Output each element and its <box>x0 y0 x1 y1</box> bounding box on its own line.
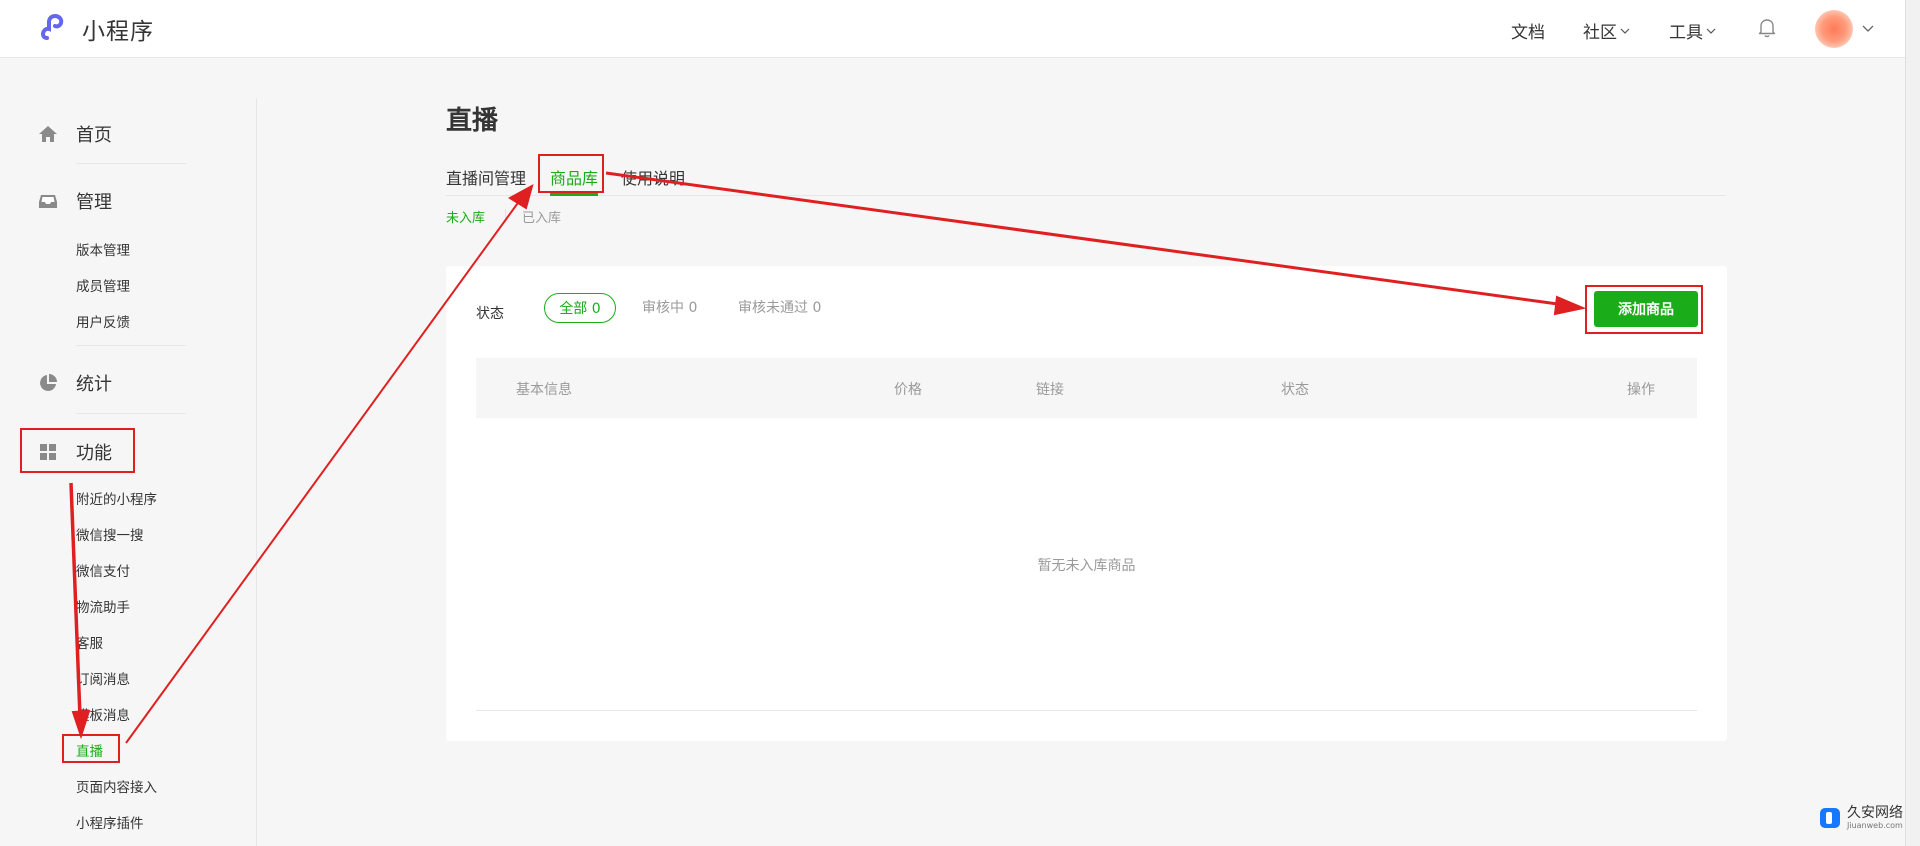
sidebar-item-pay[interactable]: 微信支付 <box>76 560 130 580</box>
logo-text: 小程序 <box>82 19 154 45</box>
sidebar-item-service[interactable]: 客服 <box>76 632 103 652</box>
sidebar-separator <box>76 163 186 164</box>
column-header-info: 基本信息 <box>516 382 572 398</box>
watermark-logo-icon <box>1820 808 1840 828</box>
filter-all-pill[interactable]: 全部 0 <box>544 293 616 323</box>
pie-chart-icon <box>40 374 57 391</box>
column-header-status: 状态 <box>1281 382 1309 398</box>
subtab-stored[interactable]: 已入库 <box>522 207 561 226</box>
nav-tools-label: 工具 <box>1669 23 1703 43</box>
column-header-actions: 操作 <box>1627 382 1655 398</box>
mini-program-logo-icon <box>41 13 64 40</box>
nav-docs-label: 文档 <box>1511 23 1545 43</box>
bell-icon[interactable] <box>1757 17 1777 39</box>
avatar[interactable] <box>1815 10 1853 48</box>
sidebar-group-stats[interactable]: 统计 <box>38 370 112 396</box>
column-header-link: 链接 <box>1036 382 1064 398</box>
vertical-scrollbar[interactable] <box>1905 0 1920 846</box>
table-header: 基本信息 价格 链接 状态 操作 <box>476 358 1697 418</box>
nav-community-label: 社区 <box>1583 23 1617 43</box>
sidebar-group-manage[interactable]: 管理 <box>38 188 112 214</box>
tab-room-manage[interactable]: 直播间管理 <box>446 165 526 189</box>
sidebar-item-search[interactable]: 微信搜一搜 <box>76 524 144 544</box>
tab-instructions[interactable]: 使用说明 <box>621 165 685 189</box>
product-panel: 状态 全部 0 审核中 0 审核未通过 0 添加商品 基本信息 价格 链接 状态… <box>446 266 1727 741</box>
top-header: 小程序 文档 社区 工具 <box>0 0 1905 58</box>
sidebar-separator <box>76 345 186 346</box>
annotation-box-product-tab <box>538 154 604 193</box>
chevron-down-icon <box>1620 28 1630 34</box>
nav-docs-link[interactable]: 文档 <box>1511 18 1545 43</box>
sidebar-group-label: 管理 <box>76 192 112 213</box>
sidebar-item-feedback[interactable]: 用户反馈 <box>76 311 130 331</box>
subtab-divider <box>505 209 507 223</box>
tab-bar: 直播间管理 商品库 使用说明 <box>446 162 1726 196</box>
watermark-subtext: Jiuanweb.com <box>1847 821 1903 830</box>
chevron-down-icon[interactable] <box>1862 23 1874 33</box>
active-tab-indicator <box>550 193 598 196</box>
sidebar-group-label: 统计 <box>76 374 112 395</box>
sidebar-group-home[interactable]: 首页 <box>38 121 112 147</box>
sidebar-item-subscribe[interactable]: 订阅消息 <box>76 668 130 688</box>
home-icon <box>39 126 57 142</box>
sidebar-item-members[interactable]: 成员管理 <box>76 275 130 295</box>
watermark-text: 久安网络 <box>1847 805 1903 821</box>
annotation-box-live <box>62 734 120 763</box>
table-bottom-border <box>476 710 1697 711</box>
page-title: 直播 <box>446 106 499 136</box>
sidebar-separator <box>76 413 186 414</box>
chevron-down-icon <box>1706 28 1716 34</box>
sidebar-divider <box>256 98 257 846</box>
filter-rejected-pill[interactable]: 审核未通过 0 <box>738 293 821 323</box>
annotation-box-features <box>20 428 135 473</box>
sidebar-item-logistics[interactable]: 物流助手 <box>76 596 130 616</box>
filter-reviewing-pill[interactable]: 审核中 0 <box>642 293 697 323</box>
watermark: 久安网络 Jiuanweb.com <box>1818 806 1903 830</box>
nav-tools-menu[interactable]: 工具 <box>1669 18 1716 43</box>
inbox-icon <box>39 195 57 208</box>
nav-community-menu[interactable]: 社区 <box>1583 18 1630 43</box>
sidebar-item-nearby[interactable]: 附近的小程序 <box>76 488 157 508</box>
sidebar-group-label: 首页 <box>76 125 112 146</box>
sidebar-item-template[interactable]: 模板消息 <box>76 704 130 724</box>
table-empty-message: 暂无未入库商品 <box>1037 558 1136 574</box>
sidebar-item-content[interactable]: 页面内容接入 <box>76 776 157 796</box>
sidebar-item-plugins[interactable]: 小程序插件 <box>76 812 144 832</box>
subtab-not-stored[interactable]: 未入库 <box>446 207 485 226</box>
sidebar-item-version[interactable]: 版本管理 <box>76 239 130 259</box>
column-header-price: 价格 <box>894 382 922 398</box>
annotation-box-add-button <box>1585 285 1703 334</box>
logo[interactable]: 小程序 <box>38 12 154 46</box>
subtab-bar: 未入库 已入库 <box>446 207 561 226</box>
status-filter-label: 状态 <box>476 306 504 322</box>
